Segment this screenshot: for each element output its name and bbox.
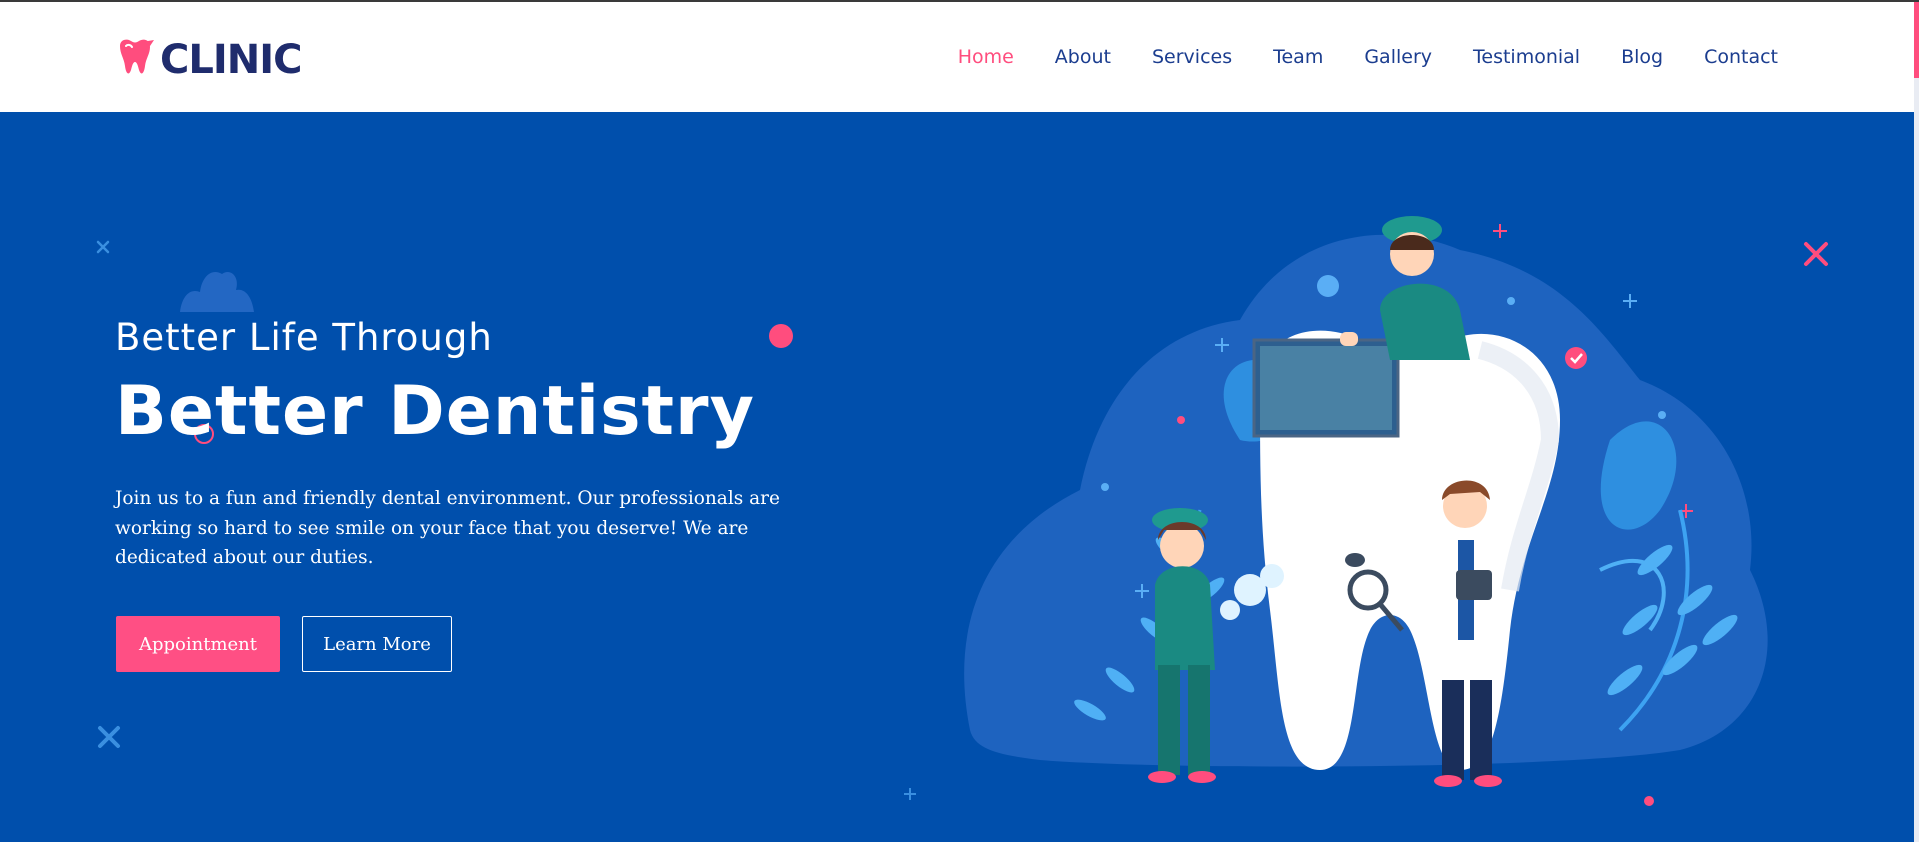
brand-name: CLINIC [160, 37, 302, 83]
sparkle-icon [98, 726, 120, 748]
hero-title: Better Dentistry [115, 372, 755, 451]
learn-more-button[interactable]: Learn More [302, 616, 452, 672]
nav-team[interactable]: Team [1273, 46, 1323, 68]
nav-contact[interactable]: Contact [1704, 46, 1778, 68]
appointment-button[interactable]: Appointment [116, 616, 280, 672]
brand-logo[interactable]: CLINIC [114, 37, 302, 83]
hero-description: Join us to a fun and friendly dental env… [115, 488, 780, 568]
page-scrollbar[interactable] [1914, 2, 1919, 842]
main-nav: Home About Services Team Gallery Testimo… [917, 46, 1778, 68]
nav-testimonial[interactable]: Testimonial [1473, 46, 1580, 68]
pink-dot [769, 324, 793, 348]
nav-home[interactable]: Home [958, 46, 1014, 68]
plus-icon [904, 788, 916, 800]
nav-about[interactable]: About [1055, 46, 1111, 68]
tooth-logo-icon [114, 38, 158, 82]
dentist-illustration [964, 216, 1768, 806]
nav-gallery[interactable]: Gallery [1364, 46, 1432, 68]
sparkle-icon [1804, 242, 1828, 266]
cloud-shape [180, 271, 254, 312]
hero-subtitle: Better Life Through [115, 316, 493, 359]
nav-blog[interactable]: Blog [1621, 46, 1663, 68]
sparkle-icon [96, 240, 110, 254]
scrollbar-thumb[interactable] [1914, 2, 1919, 78]
nav-services[interactable]: Services [1152, 46, 1232, 68]
site-header: CLINIC Home About Services Team Gallery … [0, 2, 1914, 112]
